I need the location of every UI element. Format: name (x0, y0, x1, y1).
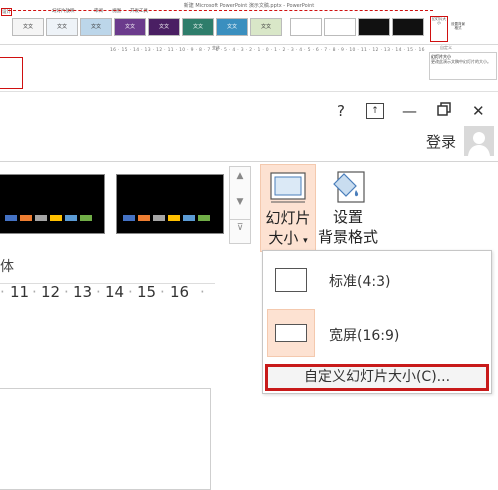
ribbon-display-options-icon[interactable]: ↑ (366, 103, 384, 119)
standard-slide-icon (275, 268, 307, 292)
ruler-number: 16 (170, 283, 190, 301)
mini-tab-slideshow[interactable]: 幻灯片放映 (52, 8, 75, 14)
slide-size-label-2: 大小 ▾ (268, 229, 308, 247)
mini-tooltip: 幻灯片大小 更改此演示文稿中幻灯片的大小。 (429, 52, 497, 80)
mini-theme-thumb[interactable]: 文文 (182, 18, 214, 36)
color-swatch (35, 215, 47, 221)
ruler-number: 15 (137, 283, 157, 301)
variant-thumbnail[interactable] (116, 174, 224, 234)
mini-tab-view[interactable]: 视图 (112, 8, 121, 14)
restore-icon (437, 102, 451, 116)
standard-size-label: 标准(4:3) (329, 274, 391, 290)
variant-thumbnail[interactable] (0, 174, 105, 234)
mini-tab-review[interactable]: 审阅 (94, 8, 103, 14)
gallery-scrollbar[interactable]: ▲ ▼ ⊽ (229, 166, 251, 244)
mini-window-title: 新建 Microsoft PowerPoint 演示文稿.pptx - Powe… (183, 3, 315, 9)
slide-size-button[interactable]: 幻灯片 大小 ▾ (260, 164, 316, 252)
avatar[interactable] (464, 126, 494, 156)
mini-tab-developer[interactable]: 开发工具 (130, 8, 148, 14)
ribbon-divider (0, 161, 498, 162)
custom-slide-size-button[interactable]: 自定义幻灯片大小(C)... (265, 364, 489, 391)
chevron-down-icon: ▾ (303, 236, 308, 246)
mini-theme-thumb[interactable]: 文文 (250, 18, 282, 36)
mini-tooltip-text: 更改此演示文稿中幻灯片的大小。 (431, 59, 491, 64)
paint-bucket-icon (333, 171, 365, 203)
help-button[interactable]: ? (337, 102, 345, 120)
color-swatch (153, 215, 165, 221)
mini-group-label: 自定义 (440, 45, 452, 50)
format-bg-label-2: 背景格式 (317, 228, 378, 246)
color-swatch (50, 215, 62, 221)
mini-theme-thumb[interactable]: 文文 (12, 18, 44, 36)
mini-theme-thumb[interactable]: 文文 (114, 18, 146, 36)
gallery-more-icon[interactable]: ⊽ (230, 219, 250, 233)
ruler-number: 14 (105, 283, 125, 301)
mini-slide-thumbnail (0, 57, 23, 89)
color-swatch (123, 215, 135, 221)
mini-slide-size-button[interactable]: 幻灯片大小 (430, 16, 448, 42)
scroll-down-icon[interactable]: ▼ (230, 197, 250, 207)
mini-format-bg-button[interactable]: 设置背景格式 (450, 22, 466, 30)
color-swatch (65, 215, 77, 221)
horizontal-ruler: · 11 · 12 · 13 · 14 · 15 · 16 · (0, 283, 215, 301)
standard-size-option[interactable]: 标准(4:3) (263, 255, 491, 305)
mini-variant-thumb[interactable] (358, 18, 390, 36)
color-swatch (138, 215, 150, 221)
restore-button[interactable] (437, 102, 451, 120)
mini-theme-thumb[interactable]: 文文 (46, 18, 78, 36)
scroll-up-icon[interactable]: ▲ (230, 171, 250, 181)
ruler-number: 11 (10, 283, 30, 301)
divider (0, 91, 498, 92)
mini-variant-thumb[interactable] (290, 18, 322, 36)
close-button[interactable]: ✕ (472, 102, 485, 120)
ruler-number: 13 (73, 283, 93, 301)
mini-variant-thumb[interactable] (324, 18, 356, 36)
thumbnail-screenshot: 新建 Microsoft PowerPoint 演示文稿.pptx - Powe… (0, 0, 498, 92)
guide-arrow-line (8, 10, 433, 11)
widescreen-size-option[interactable]: 宽屏(16:9) (263, 309, 491, 359)
color-swatch (80, 215, 92, 221)
color-swatch (198, 215, 210, 221)
mini-theme-thumb[interactable]: 文文 (216, 18, 248, 36)
mini-ruler: 16 · 15 · 14 · 13 · 12 · 11 · 10 · 9 · 8… (110, 48, 425, 53)
mini-ribbon-divider (0, 44, 498, 45)
color-swatch (168, 215, 180, 221)
minimize-button[interactable]: — (402, 102, 417, 120)
slide-size-icon (270, 172, 306, 203)
widescreen-size-label: 宽屏(16:9) (329, 328, 400, 344)
format-bg-label-1: 设置 (332, 208, 363, 226)
slide-size-label-1: 幻灯片 (265, 209, 311, 227)
mini-theme-thumb[interactable]: 文文 (80, 18, 112, 36)
color-swatch (5, 215, 17, 221)
mini-variant-thumb[interactable] (392, 18, 424, 36)
login-link[interactable]: 登录 (426, 131, 456, 152)
widescreen-slide-icon (275, 324, 307, 342)
color-swatch (20, 215, 32, 221)
user-icon (468, 132, 490, 156)
ruler-number: 12 (41, 283, 61, 301)
format-background-button[interactable]: 设置 背景格式 (316, 164, 380, 250)
group-label: 体 (0, 259, 14, 275)
color-swatch (183, 215, 195, 221)
slide-canvas[interactable] (0, 388, 211, 490)
mini-theme-thumb[interactable]: 文文 (148, 18, 180, 36)
